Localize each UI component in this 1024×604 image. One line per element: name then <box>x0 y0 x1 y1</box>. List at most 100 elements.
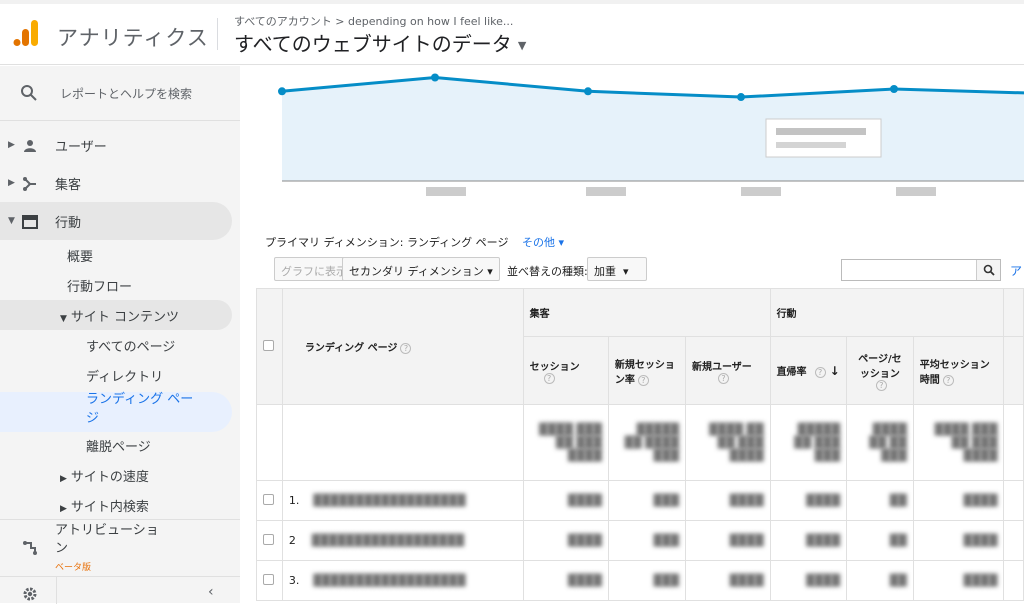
chevron-right-icon: ▶ <box>8 140 15 150</box>
view-title: すべてのウェブサイトのデータ <box>234 32 512 56</box>
account-breadcrumb[interactable]: すべてのアカウント > depending on how I feel like… <box>234 13 513 29</box>
group-header-acquisition: 集客 <box>522 288 771 337</box>
table-row[interactable]: 3. ██████████████████ ████ ███ ████ ████ … <box>256 560 1024 601</box>
help-icon[interactable]: ? <box>718 372 729 384</box>
table-search-input[interactable] <box>841 259 1001 281</box>
group-header-behavior: 行動 <box>769 288 1005 337</box>
sidebar-item-directory[interactable]: ディレクトリ <box>86 366 163 385</box>
sidebar-item-attribution[interactable]: アトリビューショ ン <box>55 522 159 558</box>
landing-page-link[interactable]: ██████████████████ <box>313 494 465 507</box>
sidebar-item-overview[interactable]: 概要 <box>67 246 93 265</box>
sidebar-item-label: サイト内検索 <box>70 500 149 515</box>
column-label: 直帰率 <box>776 367 807 378</box>
chart-tick-label-blurred <box>741 187 781 196</box>
column-header-landing-page[interactable]: ランディング ページ? <box>281 288 524 405</box>
cell-overflow <box>1003 480 1024 521</box>
row-index: 3. <box>288 574 300 587</box>
sidebar-search-placeholder: レポートとヘルプを検索 <box>60 87 193 101</box>
collapse-chevron-icon[interactable]: ‹ <box>208 584 214 600</box>
cell-sessions: ████ <box>522 560 609 601</box>
chart-tooltip <box>765 118 882 158</box>
cell-sessions: ████ <box>522 480 609 521</box>
landing-page-cell[interactable]: 2 ██████████████████ <box>281 520 524 561</box>
sidebar-item-users[interactable]: ▶ ユーザー <box>0 136 240 156</box>
column-header-sessions[interactable]: セッション? <box>522 336 609 405</box>
landing-page-cell[interactable]: 1. ██████████████████ <box>281 480 524 521</box>
view-selector[interactable]: すべてのウェブサイトのデータ ▼ <box>234 28 526 57</box>
totals-new-session-rate: █████ ██ ████ ███ <box>607 404 687 481</box>
beta-badge: ベータ版 <box>55 563 92 573</box>
row-index: 1. <box>288 494 300 507</box>
primary-dimension-bar: プライマリ ディメンション: ランディング ページ その他 ▾ <box>265 234 564 250</box>
cell-bounce-rate: ████ <box>769 480 848 521</box>
cell-avg-duration: ████ <box>912 520 1005 561</box>
chevron-right-icon: ▶ <box>60 504 67 514</box>
behavior-icon <box>22 215 38 229</box>
chevron-right-icon: ▶ <box>8 178 15 188</box>
search-button[interactable] <box>976 260 1000 280</box>
column-label: ページ/セ ッション <box>858 354 902 380</box>
landing-page-link[interactable]: ██████████████████ <box>313 574 465 587</box>
sidebar-item-behavior-flow[interactable]: 行動フロー <box>67 276 132 295</box>
sidebar-item-label: ユーザー <box>55 140 107 155</box>
sidebar-search[interactable]: レポートとヘルプを検索 <box>0 66 240 121</box>
secondary-dimension-label: セカンダリ ディメンション <box>349 265 484 278</box>
chart-point <box>584 87 592 96</box>
row-checkbox[interactable] <box>263 573 274 585</box>
sidebar-item-site-speed[interactable]: ▶ サイトの速度 <box>60 466 149 485</box>
top-strip <box>0 0 1024 4</box>
row-checkbox[interactable] <box>263 533 274 545</box>
sidebar-item-label: サイト コンテンツ <box>70 310 180 325</box>
sidebar-item-acquisition[interactable]: ▶ 集客 <box>0 174 240 194</box>
table-row[interactable]: 1. ██████████████████ ████ ███ ████ ████ … <box>256 480 1024 521</box>
help-icon[interactable]: ? <box>637 374 649 386</box>
sidebar-divider <box>0 519 240 520</box>
acquisition-icon <box>23 177 36 191</box>
gear-icon[interactable] <box>22 586 38 602</box>
table-row[interactable]: 2 ██████████████████ ████ ███ ████ ████ █… <box>256 520 1024 561</box>
totals-sessions: ████ ███ ██ ███ ████ <box>522 404 609 481</box>
help-icon[interactable]: ? <box>814 367 826 378</box>
cell-sessions: ████ <box>522 520 609 561</box>
cell-pages-per-session: ██ <box>846 520 914 561</box>
sidebar-item-all-pages[interactable]: すべてのページ <box>86 336 175 355</box>
sidebar-item-site-search[interactable]: ▶ サイト内検索 <box>60 496 149 515</box>
cell-new-session-rate: ███ <box>607 560 687 601</box>
landing-page-link[interactable]: ██████████████████ <box>312 534 464 547</box>
cell-bounce-rate: ████ <box>769 560 848 601</box>
chart-tick-label-blurred <box>896 187 936 196</box>
other-label: その他 <box>521 236 555 249</box>
sidebar-item-behavior[interactable]: ▼ 行動 <box>0 212 240 232</box>
column-label: セッション <box>529 361 580 373</box>
cell-new-session-rate: ███ <box>607 480 687 521</box>
caret-down-icon: ▼ <box>517 39 527 52</box>
sort-descending-arrow-icon[interactable]: ↓ <box>830 364 840 378</box>
sort-type-dropdown[interactable]: 加重 ▾ <box>587 257 647 281</box>
row-checkbox[interactable] <box>263 493 274 505</box>
column-header-new-session-rate[interactable]: 新規セッショ ン率? <box>607 336 687 405</box>
row-checkbox-cell <box>256 520 283 561</box>
column-header-avg-session-duration[interactable]: 平均セッション 時間? <box>912 336 1005 405</box>
sidebar-item-landing-pages[interactable]: ランディング ペー ジ <box>86 390 193 428</box>
column-header-bounce-rate[interactable]: 直帰率? ↓ <box>769 336 848 405</box>
analytics-logo-icon[interactable] <box>12 18 42 48</box>
help-icon[interactable]: ? <box>543 372 555 384</box>
sidebar-item-exit-pages[interactable]: 離脱ページ <box>86 436 151 455</box>
select-all-checkbox[interactable] <box>263 339 274 351</box>
sidebar-item-site-content[interactable]: ▼ サイト コンテンツ <box>60 306 179 325</box>
help-icon[interactable]: ? <box>942 374 954 386</box>
totals-pages-per-session: ████ ██ ██ ███ <box>846 404 914 481</box>
landing-page-cell[interactable]: 3. ██████████████████ <box>281 560 524 601</box>
column-header-new-users[interactable]: 新規ユーザー? <box>685 336 771 405</box>
other-dimension-link[interactable]: その他 ▾ <box>522 236 564 249</box>
help-icon[interactable]: ? <box>400 343 412 354</box>
cell-avg-duration: ████ <box>912 480 1005 521</box>
report-main: プライマリ ディメンション: ランディング ページ その他 ▾ グラフに表示 セ… <box>256 66 1024 603</box>
column-header-pages-per-session[interactable]: ページ/セ ッション? <box>846 336 914 405</box>
help-icon[interactable]: ? <box>875 380 887 391</box>
cell-pages-per-session: ██ <box>846 560 914 601</box>
primary-dimension-label: プライマリ ディメンション: <box>265 236 404 249</box>
cell-new-users: ████ <box>685 560 771 601</box>
secondary-dimension-dropdown[interactable]: セカンダリ ディメンション ▾ <box>342 257 500 281</box>
advanced-link[interactable]: ア <box>1010 262 1022 279</box>
